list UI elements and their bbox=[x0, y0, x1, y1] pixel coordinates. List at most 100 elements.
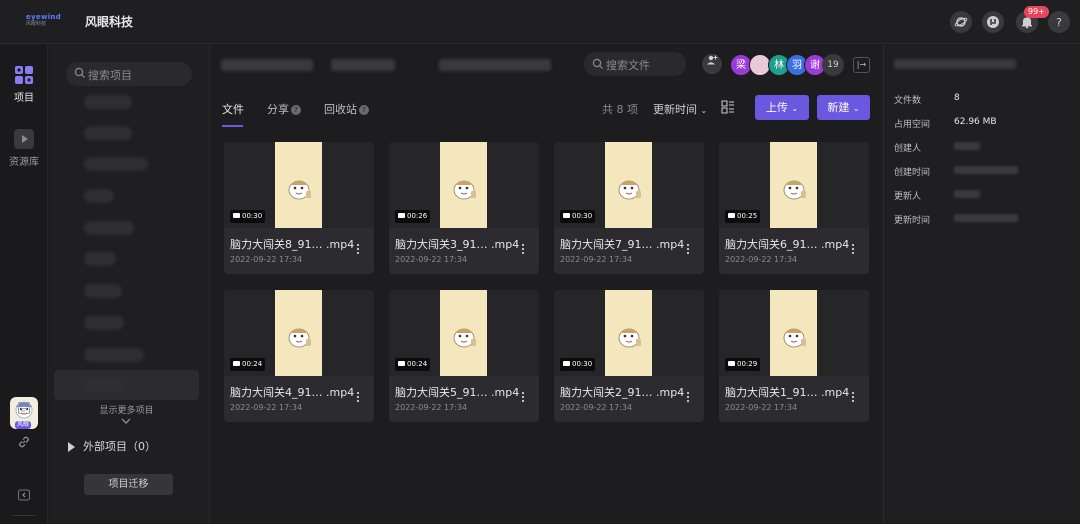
file-name[interactable]: 脑力大闯关6_91… .mp4 bbox=[725, 236, 849, 252]
toggle-panel-icon[interactable]: |→ bbox=[853, 57, 870, 73]
project-item[interactable] bbox=[84, 348, 144, 362]
file-card[interactable]: 00:25 脑力大闯关6_91… .mp4 2022-09-22 17:34 bbox=[719, 142, 869, 274]
more-options-icon[interactable] bbox=[355, 243, 361, 255]
rail-item-projects[interactable]: 项目 bbox=[0, 65, 48, 104]
show-more-projects[interactable]: 显示更多项目 bbox=[49, 403, 204, 416]
video-camera-icon bbox=[563, 361, 570, 366]
info-panel: 文件数 8 占用空间 62.96 MB 创建人 创建时间 更新人 更新时间 bbox=[883, 45, 1080, 524]
project-item[interactable] bbox=[84, 221, 134, 235]
file-card[interactable]: 00:30 脑力大闯关8_91… .mp4 2022-09-22 17:34 bbox=[224, 142, 374, 274]
tab-files[interactable]: 文件 bbox=[222, 101, 244, 117]
video-thumbnail[interactable]: 00:24 bbox=[389, 290, 539, 376]
file-card[interactable]: 00:24 脑力大闯关4_91… .mp4 2022-09-22 17:34 bbox=[224, 290, 374, 422]
member-count[interactable]: 19 bbox=[822, 54, 844, 76]
new-label: 新建 bbox=[827, 101, 850, 114]
video-poster bbox=[440, 290, 487, 376]
add-member-button[interactable] bbox=[702, 54, 722, 74]
project-item[interactable] bbox=[84, 157, 148, 171]
file-name-base: 脑力大闯关7_91… bbox=[560, 238, 653, 251]
chevron-down-icon[interactable] bbox=[121, 417, 131, 425]
logo-text: eyewind bbox=[26, 13, 62, 21]
video-camera-icon bbox=[233, 361, 240, 366]
file-name[interactable]: 脑力大闯关8_91… .mp4 bbox=[230, 236, 354, 252]
external-projects-toggle[interactable]: 外部项目（0） bbox=[68, 438, 156, 454]
video-poster bbox=[770, 290, 817, 376]
breadcrumb-item[interactable] bbox=[331, 59, 395, 71]
caret-right-icon bbox=[68, 442, 75, 452]
duration-text: 00:30 bbox=[572, 360, 593, 368]
duration-badge: 00:25 bbox=[725, 210, 761, 223]
project-item[interactable] bbox=[84, 126, 132, 140]
duration-badge: 00:24 bbox=[395, 358, 431, 371]
file-extension: .mp4 bbox=[821, 386, 850, 399]
project-migrate-button[interactable]: 项目迁移 bbox=[84, 474, 173, 495]
file-card[interactable]: 00:30 脑力大闯关2_91… .mp4 2022-09-22 17:34 bbox=[554, 290, 704, 422]
project-item[interactable] bbox=[84, 252, 116, 266]
file-date: 2022-09-22 17:34 bbox=[725, 403, 798, 412]
file-card[interactable]: 00:30 脑力大闯关7_91… .mp4 2022-09-22 17:34 bbox=[554, 142, 704, 274]
file-extension: .mp4 bbox=[326, 386, 355, 399]
video-thumbnail[interactable]: 00:26 bbox=[389, 142, 539, 228]
project-item[interactable] bbox=[84, 284, 122, 298]
sort-dropdown[interactable]: 更新时间 ⌄ bbox=[653, 101, 707, 117]
new-button[interactable]: 新建 ⌄ bbox=[817, 95, 870, 120]
duration-badge: 00:24 bbox=[230, 358, 266, 371]
rail-item-library[interactable]: 资源库 bbox=[0, 129, 48, 168]
brand-logo[interactable]: eyewind 风眼科技 bbox=[26, 13, 70, 27]
info-label-updated-time: 更新时间 bbox=[894, 216, 931, 226]
video-thumbnail[interactable]: 00:24 bbox=[224, 290, 374, 376]
tab-recycle-bin[interactable]: 回收站? bbox=[324, 101, 369, 117]
file-extension: .mp4 bbox=[491, 238, 520, 251]
rail-divider bbox=[12, 515, 36, 516]
file-name[interactable]: 脑力大闯关1_91… .mp4 bbox=[725, 384, 849, 400]
project-item[interactable] bbox=[84, 95, 132, 109]
file-name[interactable]: 脑力大闯关3_91… .mp4 bbox=[395, 236, 519, 252]
video-thumbnail[interactable]: 00:30 bbox=[554, 142, 704, 228]
more-options-icon[interactable] bbox=[850, 243, 856, 255]
file-name[interactable]: 脑力大闯关4_91… .mp4 bbox=[230, 384, 354, 400]
video-thumbnail[interactable]: 00:30 bbox=[224, 142, 374, 228]
video-poster bbox=[605, 290, 652, 376]
more-options-icon[interactable] bbox=[850, 391, 856, 403]
tab-shares[interactable]: 分享? bbox=[267, 101, 301, 117]
project-search-input[interactable]: 搜索项目 bbox=[66, 62, 192, 86]
view-mode-icon[interactable] bbox=[721, 100, 735, 114]
project-item[interactable] bbox=[84, 189, 114, 203]
duration-badge: 00:26 bbox=[395, 210, 431, 223]
video-thumbnail[interactable]: 00:29 bbox=[719, 290, 869, 376]
list-icon[interactable] bbox=[15, 401, 33, 419]
more-options-icon[interactable] bbox=[520, 243, 526, 255]
help-icon[interactable]: ? bbox=[1048, 11, 1070, 33]
file-card[interactable]: 00:26 脑力大闯关3_91… .mp4 2022-09-22 17:34 bbox=[389, 142, 539, 274]
more-options-icon[interactable] bbox=[355, 391, 361, 403]
duration-text: 00:30 bbox=[572, 212, 593, 220]
file-name[interactable]: 脑力大闯关2_91… .mp4 bbox=[560, 384, 684, 400]
upload-button[interactable]: 上传 ⌄ bbox=[755, 95, 809, 120]
file-extension: .mp4 bbox=[491, 386, 520, 399]
breadcrumb-item[interactable] bbox=[221, 59, 313, 71]
link-icon[interactable] bbox=[15, 435, 33, 453]
breadcrumb-item[interactable] bbox=[439, 59, 551, 71]
file-name[interactable]: 脑力大闯关7_91… .mp4 bbox=[560, 236, 684, 252]
duration-text: 00:29 bbox=[737, 360, 758, 368]
video-poster bbox=[605, 142, 652, 228]
file-count: 共 8 项 bbox=[602, 103, 638, 116]
file-name-base: 脑力大闯关3_91… bbox=[395, 238, 488, 251]
planet-icon[interactable] bbox=[950, 11, 972, 33]
file-search-input[interactable]: 搜索文件 bbox=[584, 52, 686, 76]
video-thumbnail[interactable]: 00:25 bbox=[719, 142, 869, 228]
file-name[interactable]: 脑力大闯关5_91… .mp4 bbox=[395, 384, 519, 400]
file-date: 2022-09-22 17:34 bbox=[230, 403, 303, 412]
collapse-rail-icon[interactable] bbox=[15, 488, 33, 506]
project-sidebar: 搜索项目 显示更多项目 外部项目（0） 项目迁移 bbox=[49, 45, 210, 524]
project-item[interactable] bbox=[84, 316, 124, 330]
file-card[interactable]: 00:24 脑力大闯关5_91… .mp4 2022-09-22 17:34 bbox=[389, 290, 539, 422]
more-options-icon[interactable] bbox=[520, 391, 526, 403]
video-thumbnail[interactable]: 00:30 bbox=[554, 290, 704, 376]
more-options-icon[interactable] bbox=[685, 391, 691, 403]
tab-label: 文件 bbox=[222, 103, 244, 116]
more-options-icon[interactable] bbox=[685, 243, 691, 255]
file-card[interactable]: 00:29 脑力大闯关1_91… .mp4 2022-09-22 17:34 bbox=[719, 290, 869, 422]
plugin-icon[interactable] bbox=[982, 11, 1004, 33]
project-item-active[interactable] bbox=[54, 370, 199, 400]
